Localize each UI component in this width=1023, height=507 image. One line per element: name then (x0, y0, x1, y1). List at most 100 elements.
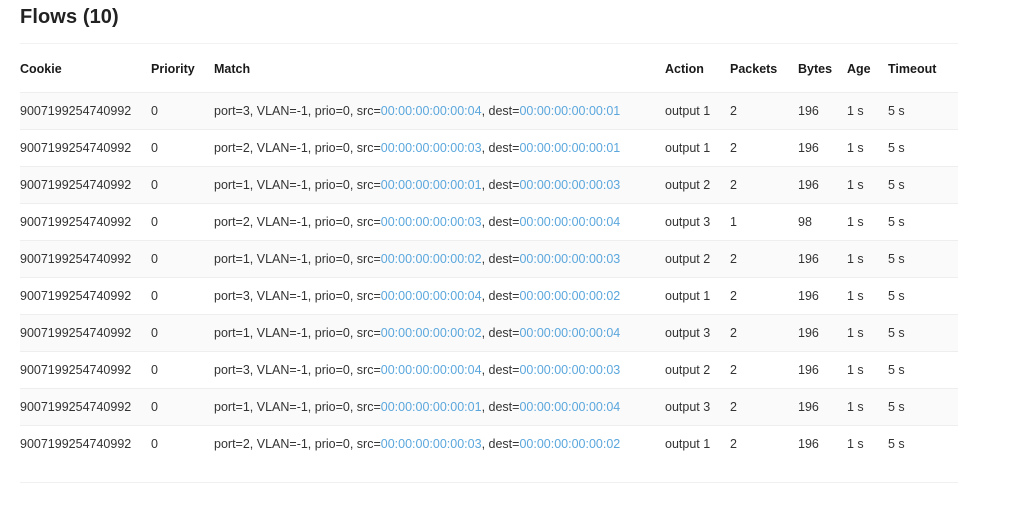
match-prefix: port=1, VLAN=-1, prio=0, src= (214, 178, 381, 192)
cell-bytes: 196 (798, 351, 847, 389)
cell-bytes: 196 (798, 314, 847, 352)
cell-match: port=3, VLAN=-1, prio=0, src=00:00:00:00… (214, 92, 665, 130)
column-header-action[interactable]: Action (665, 62, 730, 93)
match-separator: , dest= (481, 104, 520, 118)
cell-age: 1 s (847, 240, 888, 278)
column-header-cookie[interactable]: Cookie (20, 62, 151, 93)
cell-bytes: 196 (798, 129, 847, 167)
cell-age: 1 s (847, 203, 888, 241)
flows-table-header: Cookie Priority Match Action Packets Byt… (20, 62, 958, 93)
cell-action: output 2 (665, 166, 730, 204)
column-header-packets[interactable]: Packets (730, 62, 798, 93)
column-header-age[interactable]: Age (847, 62, 888, 93)
match-src-mac: 00:00:00:00:00:02 (380, 252, 482, 266)
match-separator: , dest= (481, 363, 520, 377)
table-row[interactable]: 9007199254740992 0 port=2, VLAN=-1, prio=0… (20, 203, 958, 241)
cell-bytes: 196 (798, 277, 847, 315)
cell-match: port=2, VLAN=-1, prio=0, src=00:00:00:00… (214, 203, 665, 241)
match-dest-mac: 00:00:00:00:00:02 (519, 289, 621, 303)
table-row[interactable]: 9007199254740992 0 port=1, VLAN=-1, prio=0… (20, 240, 958, 278)
table-row[interactable]: 9007199254740992 0 port=3, VLAN=-1, prio=0… (20, 277, 958, 315)
cell-priority: 0 (151, 314, 214, 352)
cell-match: port=2, VLAN=-1, prio=0, src=00:00:00:00… (214, 129, 665, 167)
cell-bytes: 196 (798, 240, 847, 278)
cell-packets: 2 (730, 166, 798, 204)
table-row[interactable]: 9007199254740992 0 port=3, VLAN=-1, prio=0… (20, 351, 958, 389)
match-src-mac: 00:00:00:00:00:01 (380, 178, 482, 192)
match-prefix: port=3, VLAN=-1, prio=0, src= (214, 289, 381, 303)
bottom-divider (20, 482, 958, 483)
cell-age: 1 s (847, 277, 888, 315)
table-row[interactable]: 9007199254740992 0 port=3, VLAN=-1, prio=0… (20, 92, 958, 130)
flows-table: Cookie Priority Match Action Packets Byt… (20, 62, 958, 462)
match-src-mac: 00:00:00:00:00:04 (380, 289, 482, 303)
column-header-match[interactable]: Match (214, 62, 665, 93)
match-dest-mac: 00:00:00:00:00:04 (519, 326, 621, 340)
match-dest-mac: 00:00:00:00:00:03 (519, 363, 621, 377)
cell-timeout: 5 s (888, 129, 958, 167)
match-dest-mac: 00:00:00:00:00:04 (519, 400, 621, 414)
cell-bytes: 196 (798, 92, 847, 130)
column-header-bytes[interactable]: Bytes (798, 62, 847, 93)
cell-age: 1 s (847, 92, 888, 130)
cell-action: output 2 (665, 240, 730, 278)
match-prefix: port=1, VLAN=-1, prio=0, src= (214, 400, 381, 414)
cell-cookie: 9007199254740992 (20, 166, 151, 204)
cell-action: output 3 (665, 388, 730, 426)
match-src-mac: 00:00:00:00:00:03 (380, 437, 482, 451)
table-row[interactable]: 9007199254740992 0 port=2, VLAN=-1, prio=0… (20, 425, 958, 462)
cell-cookie: 9007199254740992 (20, 314, 151, 352)
match-separator: , dest= (481, 215, 520, 229)
cell-timeout: 5 s (888, 314, 958, 352)
flows-table-body: 9007199254740992 0 port=3, VLAN=-1, prio=0… (20, 92, 958, 462)
cell-bytes: 196 (798, 166, 847, 204)
cell-priority: 0 (151, 92, 214, 130)
cell-timeout: 5 s (888, 240, 958, 278)
match-separator: , dest= (481, 400, 520, 414)
cell-cookie: 9007199254740992 (20, 425, 151, 462)
table-header-row: Cookie Priority Match Action Packets Byt… (20, 62, 958, 93)
cell-age: 1 s (847, 425, 888, 462)
cell-packets: 2 (730, 314, 798, 352)
cell-action: output 1 (665, 277, 730, 315)
cell-match: port=1, VLAN=-1, prio=0, src=00:00:00:00… (214, 166, 665, 204)
cell-match: port=1, VLAN=-1, prio=0, src=00:00:00:00… (214, 314, 665, 352)
cell-timeout: 5 s (888, 425, 958, 462)
match-dest-mac: 00:00:00:00:00:02 (519, 437, 621, 451)
cell-priority: 0 (151, 203, 214, 241)
match-separator: , dest= (481, 252, 520, 266)
match-src-mac: 00:00:00:00:00:03 (380, 141, 482, 155)
cell-action: output 3 (665, 203, 730, 241)
cell-packets: 2 (730, 388, 798, 426)
table-row[interactable]: 9007199254740992 0 port=2, VLAN=-1, prio=0… (20, 129, 958, 167)
cell-age: 1 s (847, 166, 888, 204)
column-header-priority[interactable]: Priority (151, 62, 214, 93)
cell-packets: 2 (730, 425, 798, 462)
cell-cookie: 9007199254740992 (20, 240, 151, 278)
cell-priority: 0 (151, 425, 214, 462)
cell-cookie: 9007199254740992 (20, 388, 151, 426)
match-dest-mac: 00:00:00:00:00:01 (519, 104, 621, 118)
page-title: Flows (10) (20, 6, 119, 28)
cell-packets: 1 (730, 203, 798, 241)
table-row[interactable]: 9007199254740992 0 port=1, VLAN=-1, prio=0… (20, 388, 958, 426)
match-separator: , dest= (481, 178, 520, 192)
match-src-mac: 00:00:00:00:00:04 (380, 363, 482, 377)
cell-action: output 2 (665, 351, 730, 389)
match-prefix: port=2, VLAN=-1, prio=0, src= (214, 437, 381, 451)
match-prefix: port=2, VLAN=-1, prio=0, src= (214, 215, 381, 229)
match-separator: , dest= (481, 326, 520, 340)
cell-priority: 0 (151, 351, 214, 389)
table-row[interactable]: 9007199254740992 0 port=1, VLAN=-1, prio=0… (20, 314, 958, 352)
table-row[interactable]: 9007199254740992 0 port=1, VLAN=-1, prio=0… (20, 166, 958, 204)
match-src-mac: 00:00:00:00:00:03 (380, 215, 482, 229)
match-dest-mac: 00:00:00:00:00:03 (519, 252, 621, 266)
cell-age: 1 s (847, 314, 888, 352)
cell-priority: 0 (151, 129, 214, 167)
column-header-timeout[interactable]: Timeout (888, 62, 958, 93)
cell-priority: 0 (151, 277, 214, 315)
cell-age: 1 s (847, 388, 888, 426)
cell-action: output 1 (665, 92, 730, 130)
cell-bytes: 196 (798, 388, 847, 426)
cell-priority: 0 (151, 388, 214, 426)
